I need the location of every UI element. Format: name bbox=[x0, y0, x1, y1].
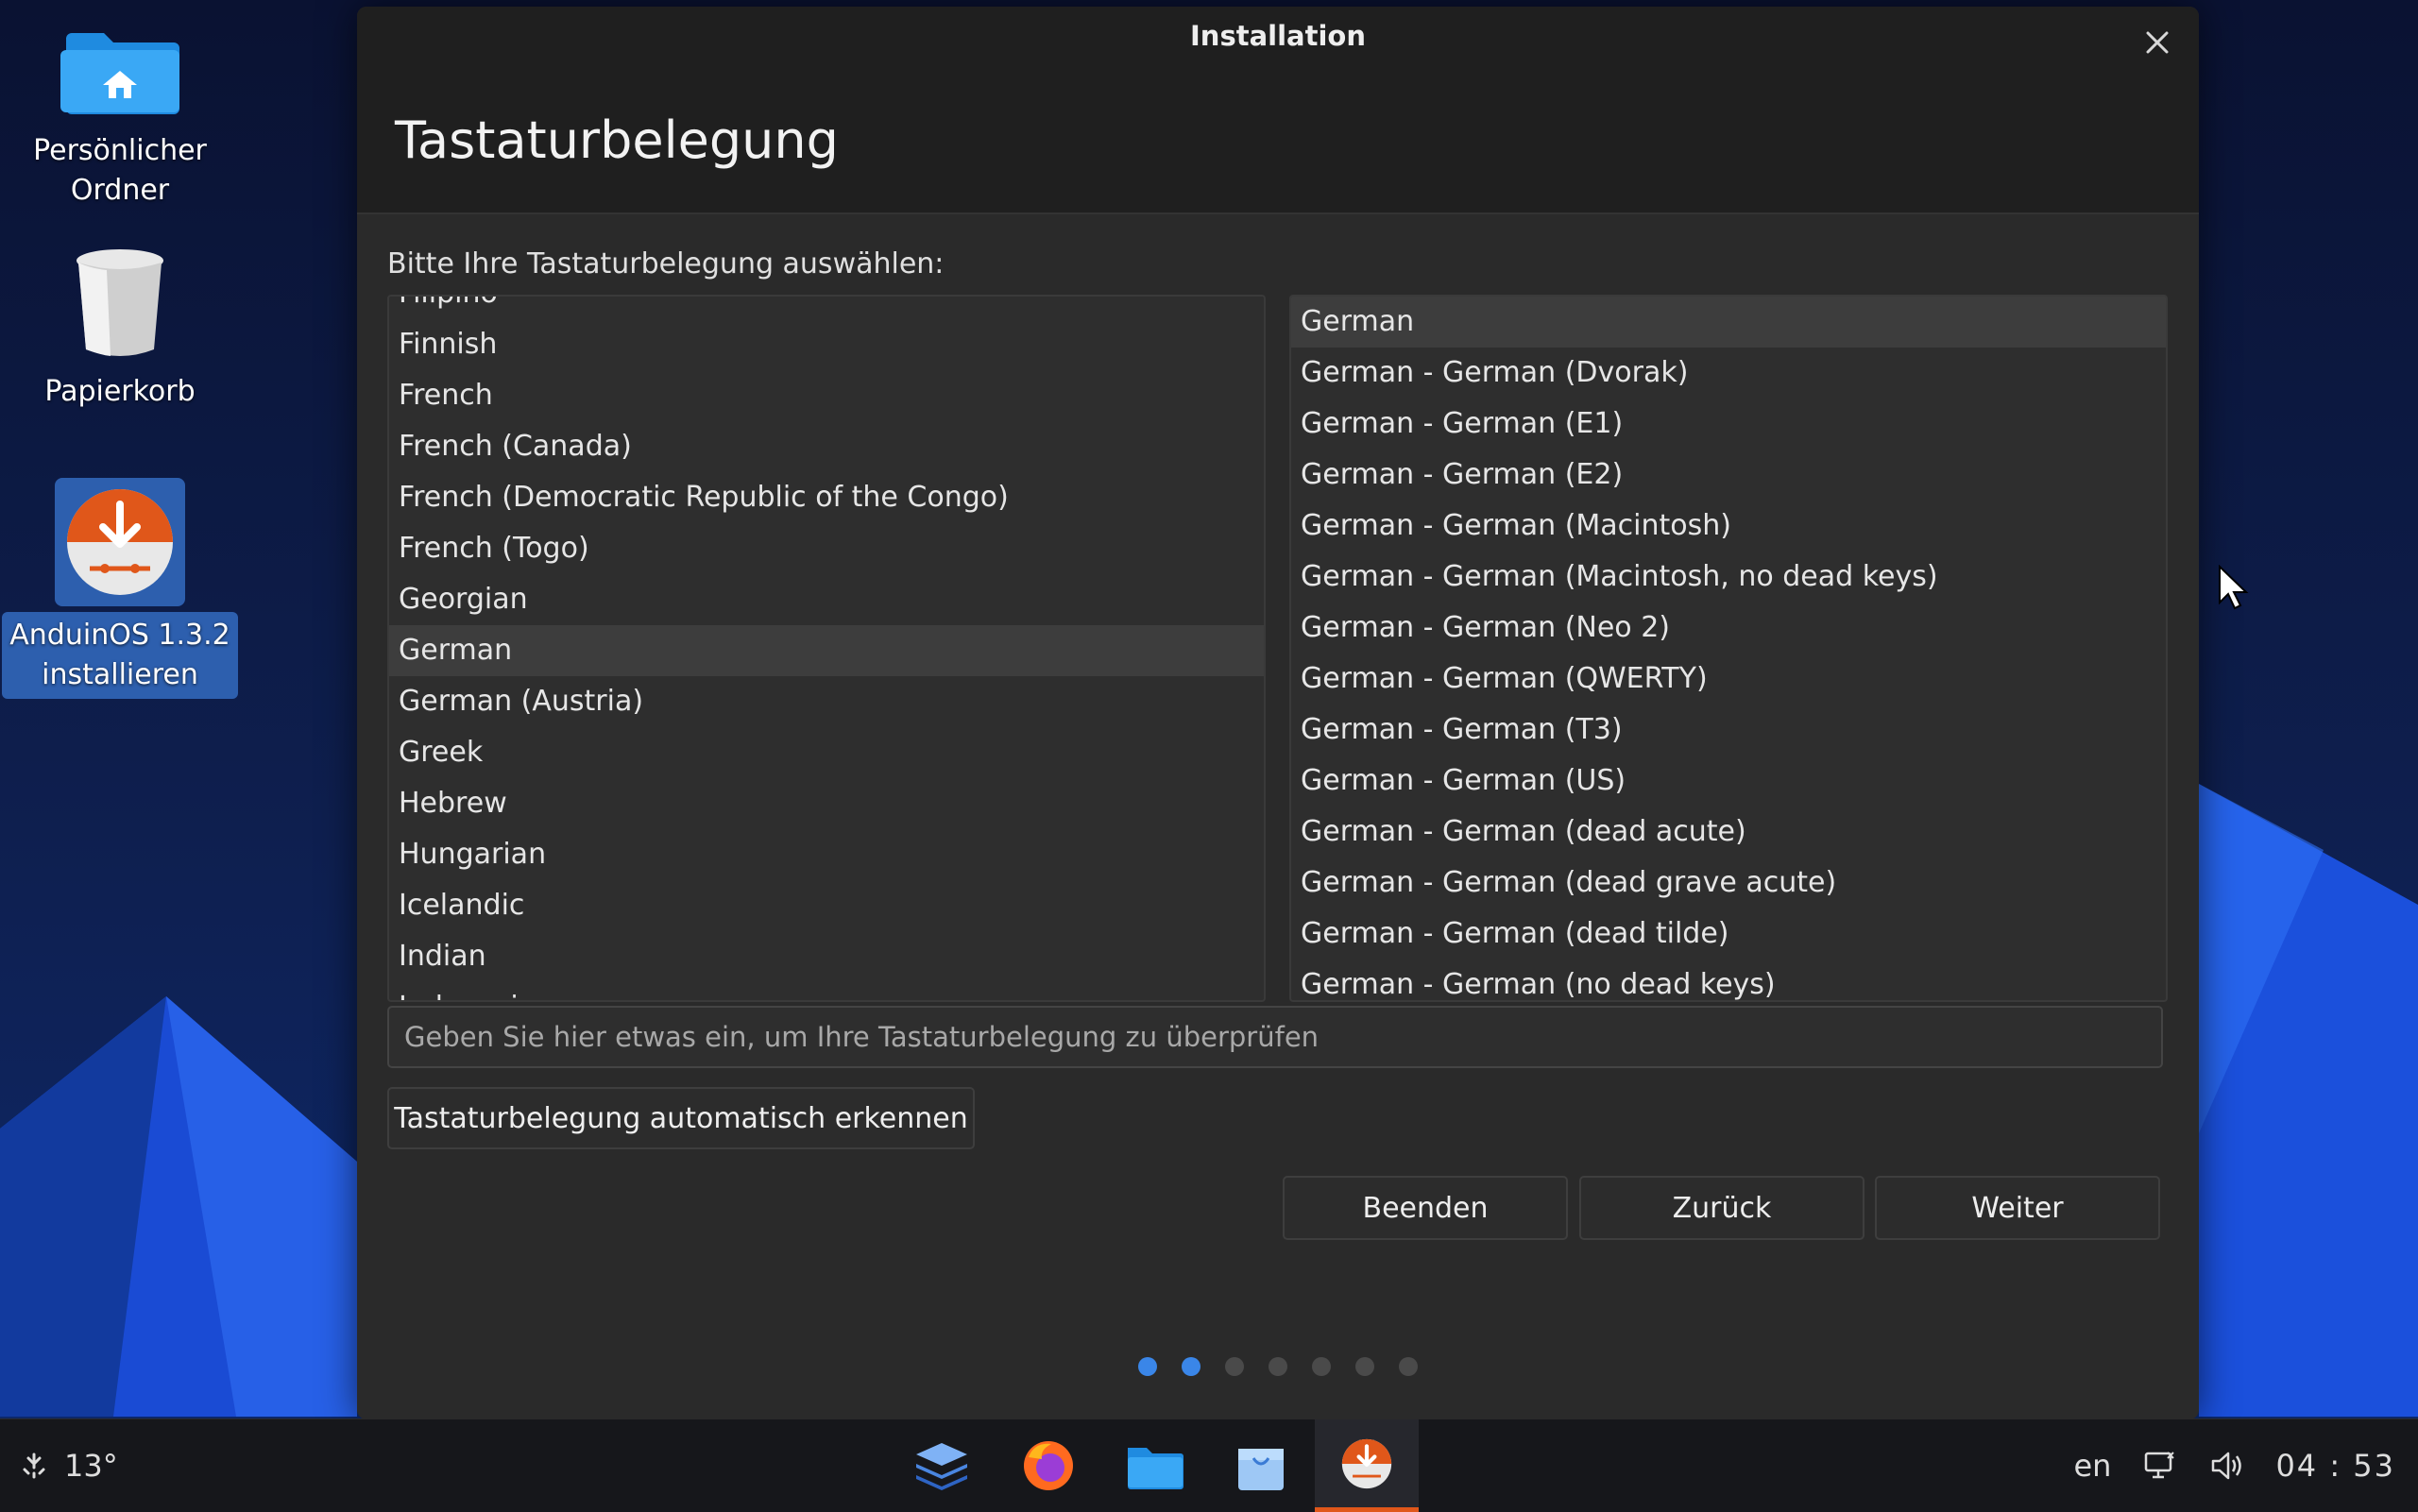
close-icon bbox=[2146, 31, 2169, 54]
layout-list-item[interactable]: Filipino bbox=[389, 297, 1264, 319]
firefox-icon bbox=[1024, 1441, 1073, 1490]
layout-list-item[interactable]: German bbox=[389, 625, 1264, 676]
taskbar-app-store[interactable] bbox=[1209, 1419, 1313, 1512]
weather-widget[interactable]: 13° bbox=[17, 1419, 118, 1512]
files-icon bbox=[1128, 1448, 1183, 1489]
keyboard-layout-list[interactable]: FilipinoFinnishFrenchFrench (Canada)Fren… bbox=[387, 295, 1266, 1002]
layout-list-item[interactable]: Hebrew bbox=[389, 778, 1264, 829]
installer-icon-frame bbox=[55, 478, 185, 606]
layout-list-item[interactable]: French (Canada) bbox=[389, 421, 1264, 472]
keyboard-test-input[interactable] bbox=[387, 1006, 2163, 1068]
layout-list-item[interactable]: Icelandic bbox=[389, 880, 1264, 931]
variant-list-item[interactable]: German - German (E2) bbox=[1291, 450, 2166, 501]
step-dot bbox=[1225, 1357, 1244, 1376]
layout-list-item[interactable]: German (Austria) bbox=[389, 676, 1264, 727]
step-dot bbox=[1312, 1357, 1331, 1376]
temperature: 13° bbox=[64, 1448, 118, 1484]
volume-icon[interactable] bbox=[2209, 1449, 2243, 1483]
variant-list-item[interactable]: German - German (US) bbox=[1291, 756, 2166, 807]
weather-icon bbox=[23, 1453, 45, 1479]
close-button[interactable] bbox=[2138, 24, 2176, 61]
layout-list-item[interactable]: Hungarian bbox=[389, 829, 1264, 880]
keyboard-variant-list[interactable]: German German - German (Dvorak) German - G… bbox=[1289, 295, 2168, 1002]
layout-list-item[interactable]: Greek bbox=[389, 727, 1264, 778]
layout-list-item[interactable]: French (Togo) bbox=[389, 523, 1264, 574]
mouse-cursor-icon bbox=[2219, 565, 2249, 610]
taskbar-app-installer[interactable] bbox=[1315, 1419, 1419, 1512]
taskbar: 13° en 04: 53 bbox=[0, 1419, 2418, 1512]
desktop-icon-label: Persönlicher Ordner bbox=[33, 134, 207, 207]
variant-list-item[interactable]: German - German (no dead keys) bbox=[1291, 960, 2166, 1000]
layout-prompt: Bitte Ihre Tastaturbelegung auswählen: bbox=[387, 247, 945, 280]
variant-list-item[interactable]: German - German (Neo 2) bbox=[1291, 603, 2166, 654]
desktop-icon-label: AnduinOS 1.3.2 installieren bbox=[2, 612, 238, 699]
step-dot bbox=[1399, 1357, 1418, 1376]
layers-icon bbox=[916, 1443, 967, 1490]
variant-list-content: German German - German (Dvorak) German - G… bbox=[1291, 297, 2166, 1000]
step-dot bbox=[1182, 1357, 1200, 1376]
variant-list-item[interactable]: German - German (T3) bbox=[1291, 705, 2166, 756]
back-button[interactable]: Zurück bbox=[1579, 1176, 1865, 1240]
taskbar-app-layers[interactable] bbox=[890, 1419, 994, 1512]
step-dot bbox=[1269, 1357, 1287, 1376]
detect-layout-button[interactable]: Tastaturbelegung automatisch erkennen bbox=[387, 1087, 975, 1149]
store-icon bbox=[1238, 1449, 1284, 1490]
layout-list-content: FilipinoFinnishFrenchFrench (Canada)Fren… bbox=[389, 297, 1264, 1000]
desktop-icon-trash[interactable]: Papierkorb bbox=[2, 247, 238, 412]
next-button[interactable]: Weiter bbox=[1875, 1176, 2160, 1240]
installer-icon bbox=[67, 489, 173, 595]
layout-list-item[interactable]: Indian bbox=[389, 931, 1264, 982]
layout-list-item[interactable]: French (Democratic Republic of the Congo… bbox=[389, 472, 1264, 523]
variant-list-item[interactable]: German - German (Macintosh, no dead keys… bbox=[1291, 552, 2166, 603]
page-title: Tastaturbelegung bbox=[395, 110, 839, 170]
network-icon[interactable] bbox=[2143, 1449, 2177, 1483]
clock[interactable]: 04 : 53 bbox=[2275, 1448, 2395, 1484]
variant-list-item[interactable]: German - German (E1) bbox=[1291, 399, 2166, 450]
variant-list-item[interactable]: German - German (dead tilde) bbox=[1291, 909, 2166, 960]
installer-icon bbox=[1341, 1438, 1392, 1488]
layout-list-item[interactable]: Indonesian bbox=[389, 982, 1264, 1000]
taskbar-app-files[interactable] bbox=[1103, 1419, 1207, 1512]
quit-button[interactable]: Beenden bbox=[1283, 1176, 1568, 1240]
variant-list-item[interactable]: German - German (QWERTY) bbox=[1291, 654, 2166, 705]
desktop-icon-home[interactable]: Persönlicher Ordner bbox=[2, 24, 238, 211]
step-dot bbox=[1355, 1357, 1374, 1376]
home-folder-icon bbox=[60, 33, 179, 114]
window-header: Installation Tastaturbelegung bbox=[357, 7, 2199, 214]
trash-icon bbox=[77, 249, 163, 356]
variant-list-item[interactable]: German - German (Dvorak) bbox=[1291, 348, 2166, 399]
taskbar-app-firefox[interactable] bbox=[996, 1419, 1100, 1512]
desktop-icon-installer[interactable]: AnduinOS 1.3.2 installieren bbox=[2, 478, 238, 699]
system-tray: en 04 : 53 bbox=[2073, 1419, 2395, 1512]
layout-list-item[interactable]: French bbox=[389, 370, 1264, 421]
step-indicator bbox=[357, 1357, 2199, 1376]
variant-list-item[interactable]: German - German (Macintosh) bbox=[1291, 501, 2166, 552]
step-dot bbox=[1138, 1357, 1157, 1376]
installer-window: Installation Tastaturbelegung Bitte Ihre… bbox=[357, 7, 2199, 1419]
desktop-icon-label: Papierkorb bbox=[44, 375, 196, 408]
keyboard-language[interactable]: en bbox=[2073, 1448, 2111, 1484]
variant-list-item[interactable]: German - German (dead acute) bbox=[1291, 807, 2166, 858]
window-title: Installation bbox=[1190, 20, 1366, 52]
layout-list-item[interactable]: Finnish bbox=[389, 319, 1264, 370]
layout-list-item[interactable]: Georgian bbox=[389, 574, 1264, 625]
variant-list-item[interactable]: German - German (dead grave acute) bbox=[1291, 858, 2166, 909]
variant-list-item[interactable]: German bbox=[1291, 297, 2166, 348]
